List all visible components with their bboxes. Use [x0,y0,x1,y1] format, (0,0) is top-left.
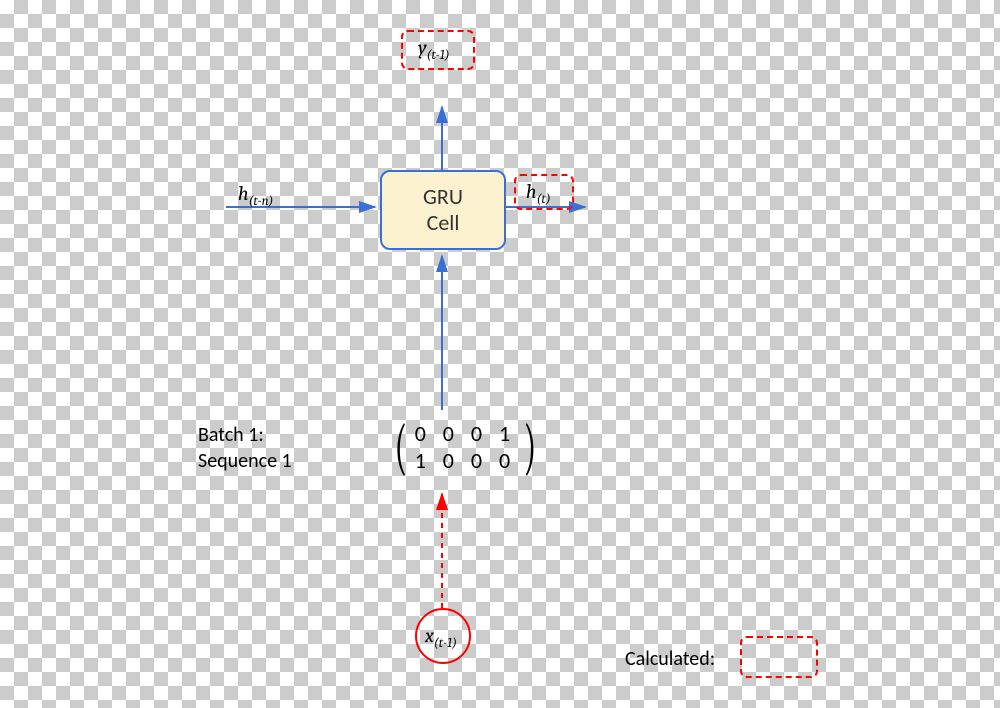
matrix-row1: 0 0 0 1 [415,420,517,448]
legend-text: Calculated: [625,647,715,671]
bracket-left: ( [394,416,407,478]
x-base: x [425,624,434,647]
h-out-base: h [526,180,537,203]
gru-line2: Cell [427,210,460,236]
diagram-canvas: { "cell": { "line1": "GRU", "line2": "Ce… [0,0,1000,708]
input-matrix: ( 0 0 0 1 1 0 0 0 ) [389,416,542,478]
batch-line2: Sequence 1 [198,449,292,473]
h-out-label: h(t) [526,180,551,207]
h-in-label: h(t-n) [238,182,273,209]
y-sub: (t-1) [427,48,450,63]
gru-cell: GRU Cell [380,170,506,250]
legend-swatch [740,636,818,678]
h-in-base: h [238,182,249,205]
y-label: y(t-1) [418,36,450,63]
y-base: y [418,36,427,59]
h-in-sub: (t-n) [249,194,274,209]
x-sub: (t-1) [434,636,457,651]
gru-line1: GRU [423,184,463,210]
x-label: x(t-1) [425,624,457,651]
h-out-sub: (t) [537,192,551,207]
arrows-layer [0,0,1000,708]
bracket-right: ) [524,416,537,478]
matrix-row2: 1 0 0 0 [415,447,517,475]
batch-line1: Batch 1: [198,423,264,447]
